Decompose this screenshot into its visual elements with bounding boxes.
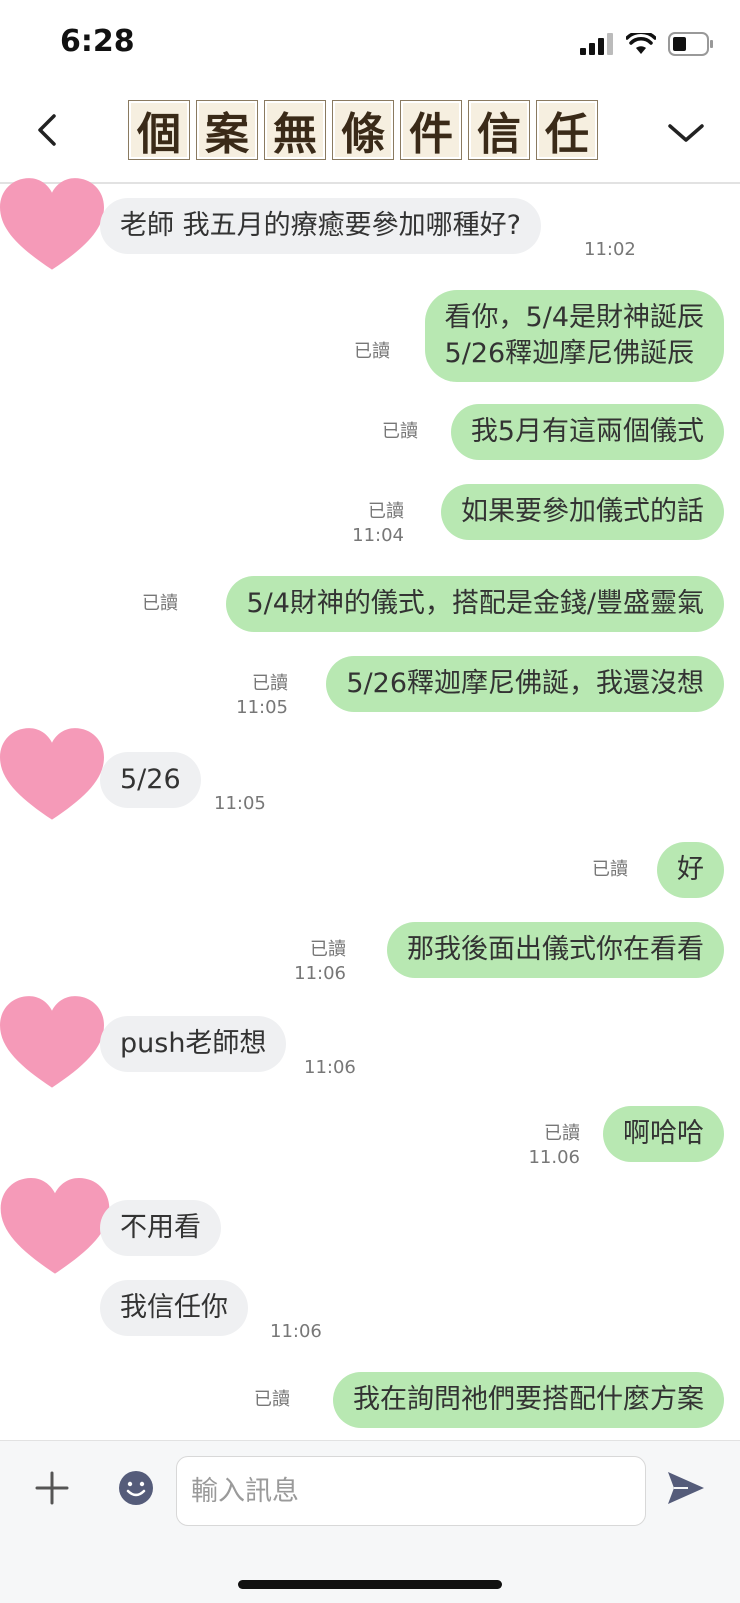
message-input[interactable] [176,1456,646,1526]
incoming-message[interactable]: 5/26 [100,752,201,808]
title-char: 任 [536,100,598,160]
title-char: 案 [196,100,258,160]
read-status: 已讀 11:06 [294,938,346,986]
read-status: 已讀 [592,859,628,880]
read-status: 已讀 [354,341,390,362]
read-status: 已讀 11:05 [236,672,288,720]
outgoing-message[interactable]: 5/4財神的儀式，搭配是金錢/豐盛靈氣 [226,576,724,632]
status-time: 6:28 [60,24,135,59]
outgoing-message[interactable]: 如果要參加儀式的話 [441,484,724,540]
title-char: 個 [128,100,190,160]
status-icons [580,28,714,60]
heart-avatar-icon [0,996,104,1088]
heart-avatar-icon [0,1178,110,1274]
read-status: 已讀 11:04 [352,500,404,548]
outgoing-message[interactable]: 我在詢問祂們要搭配什麼方案 [333,1372,724,1428]
read-label: 已讀 [252,673,288,694]
read-label: 已讀 [368,501,404,522]
home-indicator [238,1580,502,1589]
outgoing-message[interactable]: 那我後面出儀式你在看看 [387,922,724,978]
title-char: 件 [400,100,462,160]
title-char: 無 [264,100,326,160]
read-status: 已讀 11.06 [528,1122,580,1170]
outgoing-message[interactable]: 我5月有這兩個儀式 [450,404,724,460]
message-time: 11:04 [352,525,404,546]
read-status: 已讀 [382,421,418,442]
incoming-message[interactable]: 不用看 [100,1200,221,1256]
plus-icon[interactable] [34,1470,70,1506]
battery-icon [668,32,713,56]
read-label: 已讀 [310,939,346,960]
wifi-icon [626,33,656,54]
message-time: 11.06 [528,1147,580,1168]
read-status: 已讀 [254,1389,290,1410]
message-time: 11:06 [304,1057,356,1078]
message-line: 看你，5/4是財神誕辰 [444,302,704,333]
emoji-icon[interactable] [118,1470,154,1506]
message-time: 11:05 [214,793,266,814]
signal-icon [580,33,613,55]
message-time: 11:06 [294,963,346,984]
title-char: 條 [332,100,394,160]
message-line: 5/26釋迦摩尼佛誕辰 [444,338,695,369]
incoming-message[interactable]: push老師想 [100,1016,287,1072]
send-icon[interactable] [666,1470,706,1506]
chat-title: 個 案 無 條 件 信 任 [128,100,598,160]
header-divider [0,182,740,184]
back-icon[interactable] [30,112,66,148]
outgoing-message[interactable]: 看你，5/4是財神誕辰 5/26釋迦摩尼佛誕辰 [424,290,724,382]
incoming-message[interactable]: 我信任你 [100,1280,248,1336]
outgoing-message[interactable]: 啊哈哈 [603,1106,724,1162]
chevron-down-icon[interactable] [666,118,706,148]
message-time: 11:02 [584,239,636,260]
message-time: 11:06 [270,1321,322,1342]
message-time: 11:05 [236,697,288,718]
read-status: 已讀 [142,593,178,614]
title-char: 信 [468,100,530,160]
incoming-message[interactable]: 老師 我五月的療癒要參加哪種好? [100,198,541,254]
heart-avatar-icon [0,728,104,820]
read-label: 已讀 [544,1123,580,1144]
heart-avatar-icon [0,178,104,270]
outgoing-message[interactable]: 5/26釋迦摩尼佛誕，我還沒想 [326,656,724,712]
outgoing-message[interactable]: 好 [657,842,724,898]
